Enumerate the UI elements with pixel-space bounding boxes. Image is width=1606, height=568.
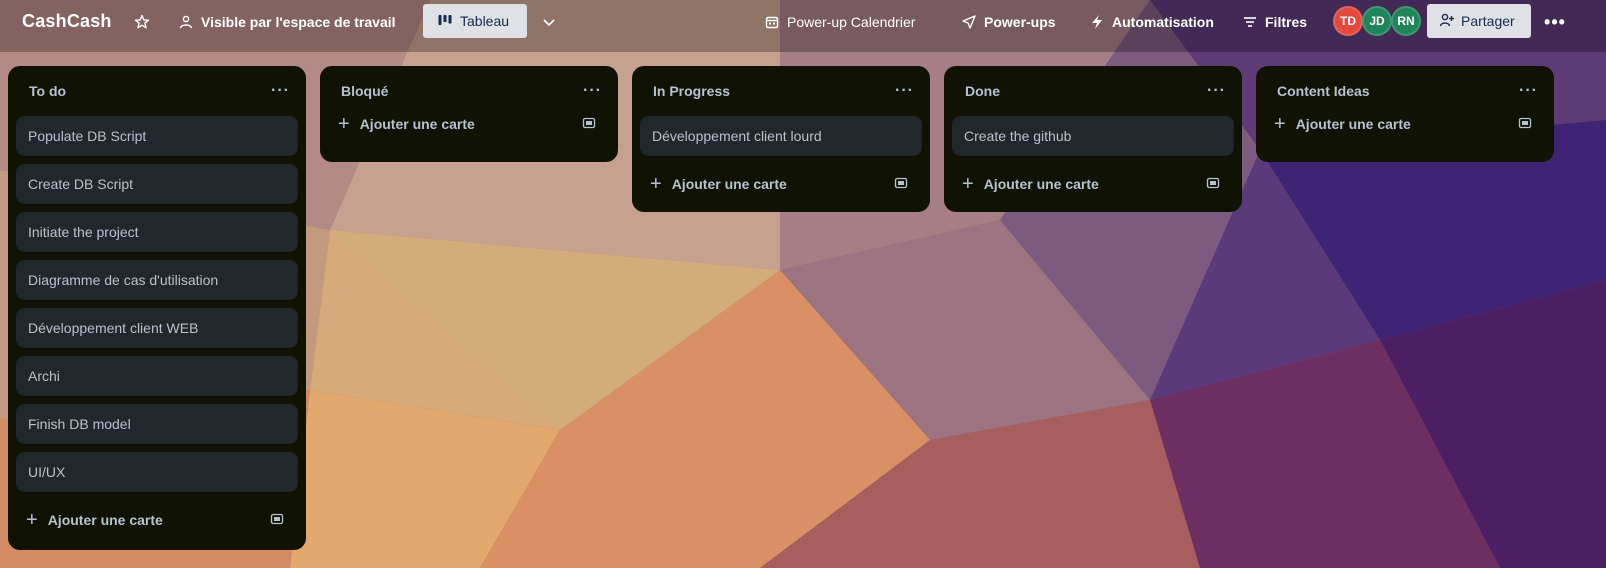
card[interactable]: Développement client WEB [16,308,298,348]
list-menu-icon[interactable]: ··· [895,83,914,99]
powerups-button[interactable]: Power-ups [955,6,1062,38]
list-title[interactable]: Bloqué [341,83,388,99]
share-label: Partager [1461,13,1515,29]
add-card-button[interactable]: + Ajouter une carte [26,510,163,530]
avatar[interactable]: TD [1333,6,1363,36]
views-dropdown-button[interactable] [535,6,563,38]
filters-label: Filtres [1265,14,1308,30]
plus-icon: + [962,173,974,195]
automation-button[interactable]: Automatisation [1083,6,1220,38]
list-header: In Progress ··· [640,66,922,116]
automation-label: Automatisation [1112,14,1214,30]
board-icon [437,12,453,31]
list-menu-icon[interactable]: ··· [583,83,602,99]
board-header: CashCash Visible par l'espace de travail… [0,0,1606,52]
chevron-down-icon [541,14,557,30]
add-card-label: Ajouter une carte [983,176,1099,192]
add-card-label: Ajouter une carte [47,512,163,528]
board-menu-button[interactable]: ••• [1541,8,1569,36]
avatar-initials: JD [1369,14,1385,28]
card[interactable]: UI/UX [16,452,298,492]
visibility-button[interactable]: Visible par l'espace de travail [172,6,402,38]
avatar[interactable]: JD [1362,6,1392,36]
calendar-icon [764,14,780,30]
plus-icon: + [1274,113,1286,135]
calendar-powerup-label: Power-up Calendrier [787,14,916,30]
avatar[interactable]: RN [1391,6,1421,36]
filters-button[interactable]: Filtres [1236,6,1313,38]
filter-icon [1242,14,1258,30]
calendar-powerup-button[interactable]: Power-up Calendrier [758,6,921,38]
avatar-initials: RN [1397,14,1415,28]
add-card-button[interactable]: + Ajouter une carte [338,114,475,134]
list-menu-icon[interactable]: ··· [271,83,290,99]
visibility-label: Visible par l'espace de travail [201,14,396,30]
users-icon [178,14,194,30]
add-card-button[interactable]: + Ajouter une carte [962,174,1099,194]
list-menu-icon[interactable]: ··· [1519,83,1538,99]
add-card-row: + Ajouter une carte [16,500,298,540]
add-card-row: + Ajouter une carte [328,104,610,144]
more-icon: ••• [1544,11,1566,32]
card[interactable]: Create DB Script [16,164,298,204]
template-icon[interactable] [1518,116,1534,132]
rocket-icon [961,14,977,30]
add-card-label: Ajouter une carte [359,116,475,132]
star-button[interactable] [128,6,156,38]
add-card-button[interactable]: + Ajouter une carte [1274,114,1411,134]
list-content-ideas[interactable]: Content Ideas ··· + Ajouter une carte [1256,66,1554,162]
add-card-row: + Ajouter une carte [640,164,922,204]
card[interactable]: Archi [16,356,298,396]
plus-icon: + [650,173,662,195]
board-title[interactable]: CashCash [22,11,112,32]
card[interactable]: Finish DB model [16,404,298,444]
view-label: Tableau [460,13,510,29]
list-bloque[interactable]: Bloqué ··· + Ajouter une carte [320,66,618,162]
list-in-progress[interactable]: In Progress ··· Développement client lou… [632,66,930,212]
card[interactable]: Développement client lourd [640,116,922,156]
template-icon[interactable] [270,512,286,528]
template-icon[interactable] [894,176,910,192]
view-switch-button[interactable]: Tableau [423,4,527,38]
list-title[interactable]: Content Ideas [1277,83,1370,99]
star-icon [134,14,150,30]
list-title[interactable]: To do [29,83,66,99]
add-card-row: + Ajouter une carte [1264,104,1546,144]
add-card-label: Ajouter une carte [1295,116,1411,132]
template-icon[interactable] [1206,176,1222,192]
card[interactable]: Populate DB Script [16,116,298,156]
list-title[interactable]: In Progress [653,83,730,99]
list-to-do[interactable]: To do ··· Populate DB Script Create DB S… [8,66,306,550]
template-icon[interactable] [582,116,598,132]
list-header: Done ··· [952,66,1234,116]
list-title[interactable]: Done [965,83,1000,99]
add-card-row: + Ajouter une carte [952,164,1234,204]
card[interactable]: Create the github [952,116,1234,156]
bolt-icon [1089,14,1105,30]
plus-icon: + [26,509,38,531]
avatar-initials: TD [1340,14,1356,28]
list-header: To do ··· [16,66,298,116]
card[interactable]: Initiate the project [16,212,298,252]
powerups-label: Power-ups [984,14,1056,30]
add-card-label: Ajouter une carte [671,176,787,192]
share-button[interactable]: Partager [1427,4,1531,38]
list-done[interactable]: Done ··· Create the github + Ajouter une… [944,66,1242,212]
add-card-button[interactable]: + Ajouter une carte [650,174,787,194]
plus-icon: + [338,113,350,135]
card[interactable]: Diagramme de cas d'utilisation [16,260,298,300]
add-person-icon [1439,12,1455,31]
list-menu-icon[interactable]: ··· [1207,83,1226,99]
